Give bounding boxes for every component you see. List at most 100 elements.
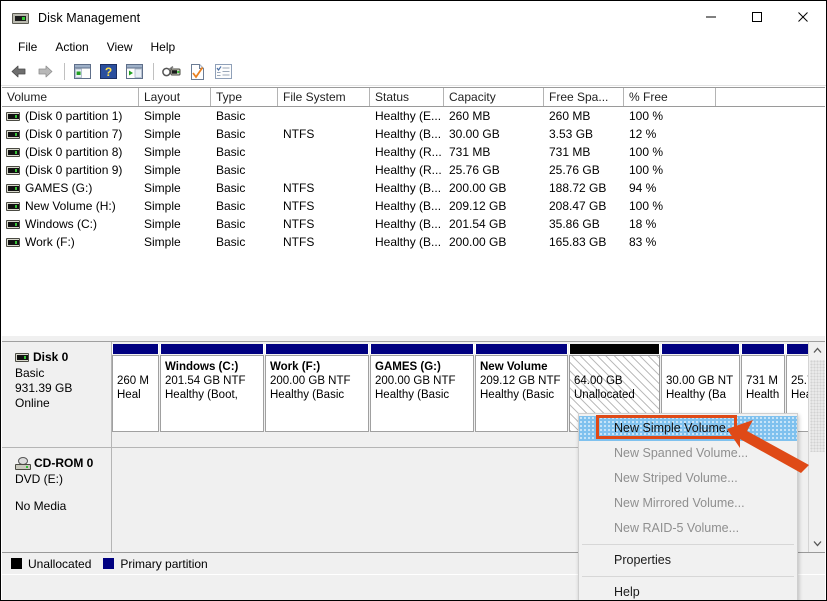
disk0-size: 931.39 GB [15, 381, 111, 396]
disk-view-scrollbar[interactable] [808, 342, 825, 552]
partition-size: 200.00 GB NTF [270, 374, 365, 388]
menu-file[interactable]: File [9, 38, 46, 56]
cell-free-space: 731 MB [544, 143, 624, 161]
toolbar-separator [64, 63, 65, 80]
table-row[interactable]: New Volume (H:)SimpleBasicNTFSHealthy (B… [2, 197, 825, 215]
disk0-name: Disk 0 [33, 350, 68, 364]
drive-icon [6, 130, 20, 139]
column-header-status[interactable]: Status [370, 88, 444, 106]
partition-color-bar [475, 344, 568, 354]
partition-status: Healthy (Boot, [165, 388, 260, 402]
cell-status: Healthy (R... [370, 161, 444, 179]
partition-block[interactable]: 260 MHeal [112, 344, 159, 432]
cell-volume: (Disk 0 partition 8) [2, 143, 139, 161]
drive-icon [6, 112, 20, 121]
column-header-filler[interactable] [716, 88, 824, 106]
cell-percent-free: 94 % [624, 179, 716, 197]
chevron-down-icon[interactable] [809, 535, 825, 552]
toolbar-separator-2 [153, 63, 154, 80]
menu-item[interactable]: New Simple Volume... [579, 416, 797, 441]
column-header-type[interactable]: Type [211, 88, 278, 106]
cell-text: Work (F:) [25, 233, 75, 251]
legend-label-primary-partition: Primary partition [120, 557, 207, 571]
cell-percent-free: 12 % [624, 125, 716, 143]
table-row[interactable]: (Disk 0 partition 7)SimpleBasicNTFSHealt… [2, 125, 825, 143]
partition-label-empty [574, 360, 656, 374]
menu-item: New Mirrored Volume... [579, 491, 797, 516]
column-header-volume[interactable]: Volume [2, 88, 139, 106]
scrollbar-thumb[interactable] [810, 360, 825, 452]
drive-icon [6, 184, 20, 193]
legend-item-primary-partition: Primary partition [103, 557, 207, 571]
cell-layout: Simple [139, 197, 211, 215]
table-row[interactable]: (Disk 0 partition 9)SimpleBasicHealthy (… [2, 161, 825, 179]
table-row[interactable]: (Disk 0 partition 8)SimpleBasicHealthy (… [2, 143, 825, 161]
cell-type: Basic [211, 233, 278, 251]
cdrom0-type: DVD (E:) [15, 472, 111, 487]
partition-details: Work (F:)200.00 GB NTFHealthy (Basic [265, 355, 369, 432]
legend-swatch-primary-partition [103, 558, 114, 569]
disk0-info-panel[interactable]: Disk 0 Basic 931.39 GB Online [2, 342, 112, 447]
partition-block[interactable]: GAMES (G:)200.00 GB NTFHealthy (Basic [370, 344, 474, 432]
cell-volume: (Disk 0 partition 1) [2, 107, 139, 125]
drive-icon [6, 166, 20, 175]
drive-icon [6, 148, 20, 157]
table-row[interactable]: (Disk 0 partition 1)SimpleBasicHealthy (… [2, 107, 825, 125]
partition-size: 200.00 GB NTF [375, 374, 470, 388]
partition-size: 64.00 GB [574, 374, 656, 388]
chevron-up-icon[interactable] [809, 342, 825, 359]
disk0-title: Disk 0 [15, 350, 111, 364]
cd-rom-icon [15, 457, 31, 470]
cell-capacity: 30.00 GB [444, 125, 544, 143]
menu-item[interactable]: Properties [579, 548, 797, 573]
back-icon[interactable] [7, 60, 31, 83]
column-header-layout[interactable]: Layout [139, 88, 211, 106]
cell-type: Basic [211, 215, 278, 233]
close-button[interactable] [780, 1, 826, 33]
partition-block[interactable]: Work (F:)200.00 GB NTFHealthy (Basic [265, 344, 369, 432]
cell-free-space: 35.86 GB [544, 215, 624, 233]
cell-type: Basic [211, 107, 278, 125]
properties-icon[interactable] [185, 60, 209, 83]
help-icon[interactable]: ? [96, 60, 120, 83]
cell-layout: Simple [139, 161, 211, 179]
partition-size: 30.00 GB NT [666, 374, 736, 388]
table-row[interactable]: Work (F:)SimpleBasicNTFSHealthy (B...200… [2, 233, 825, 251]
column-header-file-system[interactable]: File System [278, 88, 370, 106]
cell-capacity: 200.00 GB [444, 233, 544, 251]
column-header-percent-free[interactable]: % Free [624, 88, 716, 106]
disk-management-icon [12, 11, 29, 26]
cell-status: Healthy (B... [370, 197, 444, 215]
pane-splitter[interactable] [2, 335, 825, 342]
cell-text: (Disk 0 partition 7) [25, 125, 122, 143]
cdrom0-info-panel[interactable]: CD-ROM 0 DVD (E:) No Media [2, 448, 112, 552]
column-header-capacity[interactable]: Capacity [444, 88, 544, 106]
table-row[interactable]: GAMES (G:)SimpleBasicNTFSHealthy (B...20… [2, 179, 825, 197]
minimize-button[interactable] [688, 1, 734, 33]
table-row[interactable]: Windows (C:)SimpleBasicNTFSHealthy (B...… [2, 215, 825, 233]
show-hide-console-tree-icon[interactable] [70, 60, 94, 83]
cell-free-space: 165.83 GB [544, 233, 624, 251]
partition-block[interactable]: Windows (C:)201.54 GB NTFHealthy (Boot, [160, 344, 264, 432]
cell-file-system: NTFS [278, 179, 370, 197]
toolbar: ? [1, 58, 826, 86]
partition-label-empty [746, 360, 781, 374]
partition-size: 201.54 GB NTF [165, 374, 260, 388]
cell-layout: Simple [139, 233, 211, 251]
column-header-free-space[interactable]: Free Spa... [544, 88, 624, 106]
menu-view[interactable]: View [98, 38, 142, 56]
menu-action[interactable]: Action [46, 38, 97, 56]
partition-size: 209.12 GB NTF [480, 374, 564, 388]
menu-item[interactable]: Help [579, 580, 797, 601]
cell-text: (Disk 0 partition 9) [25, 161, 122, 179]
menu-help[interactable]: Help [142, 38, 185, 56]
rescan-disks-icon[interactable] [159, 60, 183, 83]
partition-label-empty [666, 360, 736, 374]
maximize-button[interactable] [734, 1, 780, 33]
partition-block[interactable]: New Volume209.12 GB NTFHealthy (Basic [475, 344, 568, 432]
forward-icon[interactable] [33, 60, 57, 83]
task-list-icon[interactable] [211, 60, 235, 83]
cell-volume: Work (F:) [2, 233, 139, 251]
partition-color-bar [265, 344, 369, 354]
show-hide-action-pane-icon[interactable] [122, 60, 146, 83]
